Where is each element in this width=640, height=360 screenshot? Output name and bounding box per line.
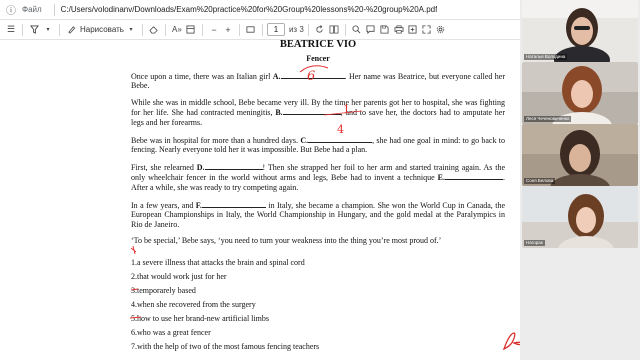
option-item: 5.how to use her brand-new artificial li…	[131, 313, 269, 323]
option-item: 3.temporarely based	[131, 285, 196, 295]
address-bar: ⓘ Файл C:/Users/volodinanv/Downloads/Exa…	[0, 0, 520, 20]
pdf-toolbar: ☰ ▾ Нарисовать ▾ A» − + 1 из 3	[0, 20, 520, 40]
save-icon[interactable]	[378, 22, 392, 38]
settings-icon[interactable]	[434, 22, 448, 38]
document-title: BEATRICE VIO	[279, 40, 357, 50]
participant-name: Нагорак	[524, 240, 545, 246]
paragraph-text: Once upon a time, there was an Italian g…	[131, 71, 273, 81]
participant-name: Соня Белова	[524, 178, 556, 184]
zoom-in-button[interactable]: +	[221, 22, 235, 38]
divider	[22, 23, 23, 36]
paragraph-d: First, she relearned D.! Then she strapp…	[131, 162, 505, 193]
zoom-out-button[interactable]: −	[207, 22, 221, 38]
divider	[59, 23, 60, 36]
participant-video	[522, 62, 638, 124]
fullscreen-icon[interactable]	[420, 22, 434, 38]
divider	[201, 23, 203, 36]
divider	[164, 23, 166, 36]
gap-label-b: B.	[275, 108, 283, 118]
option-item: 2.that would work just for her	[131, 271, 227, 281]
option-item: 4.when she recovered from the surgery	[131, 299, 256, 309]
fit-page-icon[interactable]	[244, 22, 258, 38]
search-icon[interactable]	[350, 22, 364, 38]
draw-pen-icon[interactable]	[64, 22, 78, 38]
quote-paragraph: ‘To be special,’ Bebe says, ‘you need to…	[131, 236, 442, 246]
participant-tile[interactable]: Леся Чеченовиченко	[522, 62, 638, 124]
gap-label-d: D.	[196, 162, 205, 172]
gap-d-blank	[204, 162, 263, 170]
gap-c-blank	[308, 135, 373, 143]
divider	[261, 23, 263, 36]
paragraph-c: Bebe was in hospital for more than a hun…	[131, 135, 505, 155]
gap-label-c: C.	[300, 135, 309, 145]
save-as-icon[interactable]	[406, 22, 420, 38]
read-aloud-icon[interactable]: A»	[170, 22, 184, 38]
paragraph-text: In a few years, and	[131, 200, 196, 210]
filter-icon[interactable]	[27, 22, 41, 38]
chevron-down-icon[interactable]: ▾	[41, 22, 55, 38]
page-total: из 3	[288, 25, 304, 34]
participant-tile[interactable]: Соня Белова	[522, 124, 638, 186]
participant-tile[interactable]: Нагорак	[522, 186, 638, 248]
participant-video	[522, 124, 638, 186]
divider	[238, 23, 240, 36]
pdf-page[interactable]: BEATRICE VIO Fencer Once upon a time, th…	[0, 40, 520, 360]
file-label: Файл	[22, 5, 42, 14]
two-page-icon[interactable]	[327, 22, 341, 38]
video-participants-panel: Наталья Володина Леся Чеченовиченко Соня…	[520, 0, 640, 360]
participant-name: Леся Чеченовиченко	[524, 116, 572, 122]
gap-label-a: A.	[272, 71, 281, 81]
print-icon[interactable]	[392, 22, 406, 38]
divider	[53, 3, 55, 16]
url-text[interactable]: C:/Users/volodinanv/Downloads/Exam%20pra…	[61, 5, 438, 14]
divider	[141, 23, 143, 36]
rotate-icon[interactable]	[313, 22, 327, 38]
page-number-input[interactable]: 1	[266, 23, 285, 36]
paragraph-f: In a few years, and F. in Italy, she bec…	[131, 200, 505, 230]
paragraph-text: Bebe was in hospital for more than a hun…	[131, 135, 301, 145]
participant-video	[522, 186, 638, 248]
draw-label[interactable]: Нарисовать	[80, 25, 124, 34]
document-content: BEATRICE VIO Fencer Once upon a time, th…	[131, 40, 505, 356]
comment-icon[interactable]	[364, 22, 378, 38]
options-list: 1.a severe illness that attacks the brai…	[131, 258, 505, 352]
info-icon[interactable]: ⓘ	[4, 3, 18, 17]
gap-f-blank	[201, 200, 266, 208]
menu-icon[interactable]: ☰	[4, 22, 18, 38]
option-item: 6.who was a great fencer	[131, 327, 211, 337]
gap-b-blank	[282, 107, 341, 116]
layout-icon[interactable]	[184, 22, 198, 38]
gap-a-blank	[280, 71, 345, 79]
paragraph-text: First, she relearned	[131, 162, 197, 172]
divider	[344, 23, 346, 36]
participant-video	[522, 0, 638, 62]
eraser-icon[interactable]	[147, 22, 161, 38]
option-item: 7.with the help of two of the most famou…	[131, 341, 320, 351]
paragraph-a: Once upon a time, there was an Italian g…	[131, 71, 505, 91]
chevron-down-icon[interactable]: ▾	[124, 22, 138, 38]
paragraph-b: While she was in middle school, Bebe bec…	[131, 98, 505, 128]
participant-name: Наталья Володина	[524, 54, 568, 60]
option-item: 1.a severe illness that attacks the brai…	[131, 257, 305, 267]
document-subtitle: Fencer	[306, 54, 330, 63]
divider	[307, 23, 309, 36]
gap-label-e: E.	[437, 173, 445, 183]
participant-tile[interactable]: Наталья Володина	[522, 0, 638, 62]
gap-e-blank	[445, 172, 503, 181]
